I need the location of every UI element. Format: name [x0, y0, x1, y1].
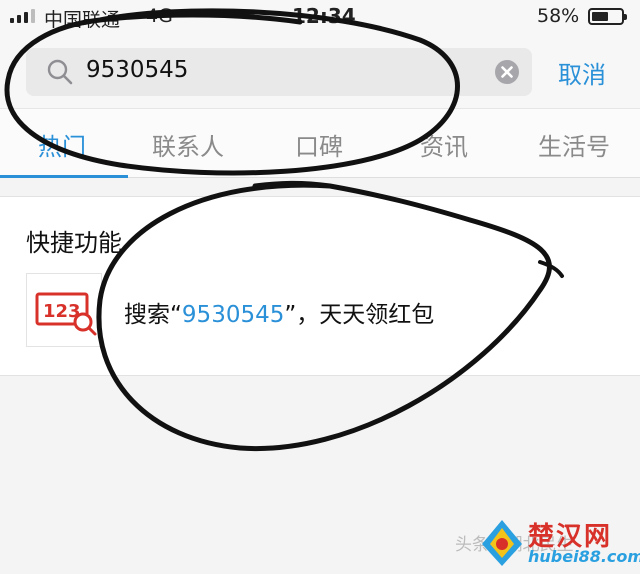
site-logo: 楚汉网 hubei88.com [478, 514, 640, 572]
signal-strength-icon [10, 9, 35, 23]
feature-text-suffix: ”，天天领红包 [284, 302, 435, 328]
tab-hot[interactable]: 热门 [38, 127, 86, 162]
number-search-icon[interactable]: 123 [26, 273, 102, 347]
search-bar: 9530545 取消 [0, 34, 640, 108]
search-query: 9530545 [86, 57, 189, 83]
section-title: 快捷功能 [26, 229, 122, 257]
quick-functions-card: 快捷功能 123 搜索“9530545”，天天领红包 [0, 196, 640, 376]
tab-koubei[interactable]: 口碑 [295, 127, 343, 162]
search-input[interactable]: 9530545 [26, 48, 532, 96]
carrier-name: 中国联通 [44, 9, 121, 31]
battery-icon [588, 8, 627, 25]
feature-highlight-number: 9530545 [181, 302, 285, 328]
clear-icon[interactable] [494, 59, 520, 85]
site-logo-icon [482, 520, 522, 566]
tab-life-account[interactable]: 生活号 [538, 127, 610, 162]
search-icon [47, 59, 73, 85]
feature-text-prefix: 搜索“ [124, 302, 182, 328]
red-packet-search-item[interactable]: 搜索“9530545”，天天领红包 [124, 295, 434, 329]
status-time: 12:34 [292, 4, 356, 28]
site-logo-url: hubei88.com [528, 547, 640, 566]
cancel-button[interactable]: 取消 [558, 55, 606, 90]
number-search-icon-graphic: 123 [35, 292, 97, 336]
battery-level-fill [592, 12, 608, 21]
tab-contacts[interactable]: 联系人 [152, 127, 224, 162]
category-tabs: 热门 联系人 口碑 资讯 生活号 [0, 108, 640, 178]
battery-percent: 58% [537, 5, 580, 27]
tab-news[interactable]: 资讯 [420, 127, 468, 162]
active-tab-indicator [0, 175, 128, 178]
network-type: 4G [146, 5, 173, 27]
status-bar: 中国联通 4G 12:34 58% [0, 0, 640, 34]
